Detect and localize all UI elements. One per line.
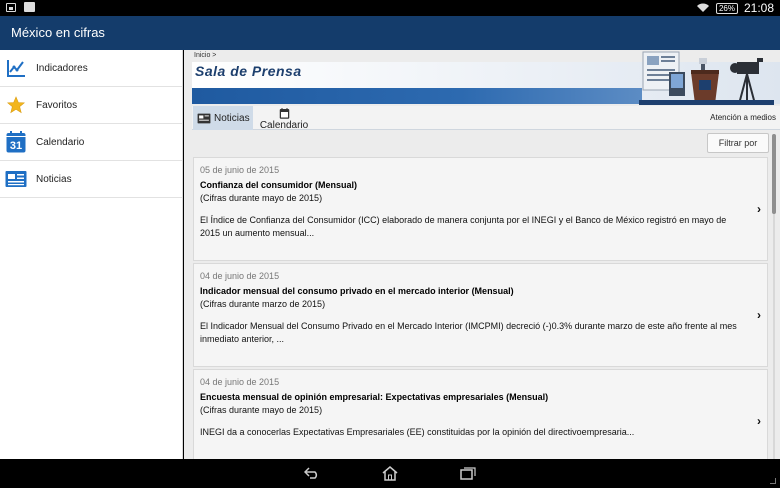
- main-content: Inicio > Sala de Prensa Noticias Calenda…: [184, 50, 780, 459]
- sidebar: Indicadores Favoritos 31 Calendario Noti…: [0, 50, 183, 459]
- news-summary: INEGI da a conocerlas Expectativas Empre…: [200, 427, 635, 437]
- sidebar-item-label: Indicadores: [36, 62, 88, 74]
- sidebar-item-indicadores[interactable]: Indicadores: [0, 50, 182, 87]
- news-date: 04 de junio de 2015: [200, 377, 280, 387]
- news-item[interactable]: 05 de junio de 2015 Confianza del consum…: [193, 157, 768, 261]
- sidebar-item-label: Noticias: [36, 173, 72, 185]
- news-item[interactable]: 04 de junio de 2015 Indicador mensual de…: [193, 263, 768, 367]
- sidebar-item-favoritos[interactable]: Favoritos: [0, 87, 182, 124]
- tab-calendario[interactable]: Calendario: [254, 106, 314, 131]
- news-summary: El Indicador Mensual del Consumo Privado…: [200, 321, 737, 344]
- sidebar-item-label: Calendario: [36, 136, 85, 148]
- calendar-icon-text: 31: [10, 140, 22, 152]
- status-bar: 26% 21:08: [0, 0, 780, 16]
- news-date: 05 de junio de 2015: [200, 165, 280, 175]
- news-title: Confianza del consumidor (Mensual): [200, 180, 358, 190]
- store-notification-icon: [24, 2, 35, 12]
- chevron-right-icon[interactable]: ›: [757, 202, 761, 216]
- calendar-icon: [279, 108, 290, 119]
- calendar-31-icon: 31: [5, 131, 27, 153]
- chevron-right-icon[interactable]: ›: [757, 308, 761, 322]
- app-title: México en cifras: [11, 25, 105, 40]
- resize-corner-icon: [770, 478, 776, 484]
- recent-apps-icon[interactable]: [458, 464, 478, 482]
- system-navigation-bar: [0, 459, 780, 488]
- sidebar-item-calendario[interactable]: 31 Calendario: [0, 124, 182, 161]
- section-tabs: Noticias Calendario Atención a medios: [192, 106, 780, 131]
- news-item[interactable]: 04 de junio de 2015 Encuesta mensual de …: [193, 369, 768, 459]
- scrollbar[interactable]: [771, 134, 777, 459]
- tab-label: Noticias: [214, 112, 250, 124]
- sidebar-item-noticias[interactable]: Noticias: [0, 161, 182, 198]
- filter-button[interactable]: Filtrar por: [707, 133, 769, 153]
- breadcrumb[interactable]: Inicio >: [194, 52, 216, 59]
- wifi-icon: [696, 3, 710, 13]
- tab-noticias[interactable]: Noticias: [193, 106, 253, 130]
- image-notification-icon: [6, 2, 16, 12]
- chart-icon: [5, 57, 27, 79]
- battery-indicator: 26%: [715, 2, 738, 14]
- newspaper-icon: [197, 113, 211, 124]
- back-icon[interactable]: [302, 464, 322, 482]
- sidebar-item-label: Favoritos: [36, 99, 78, 111]
- news-summary: El Índice de Confianza del Consumidor (I…: [200, 215, 727, 238]
- news-date: 04 de junio de 2015: [200, 271, 280, 281]
- scroll-thumb[interactable]: [772, 134, 776, 214]
- news-list: 05 de junio de 2015 Confianza del consum…: [193, 157, 768, 459]
- banner-strip: [192, 88, 642, 104]
- media-attention-link[interactable]: Atención a medios: [710, 113, 776, 122]
- newspaper-icon: [5, 168, 27, 190]
- star-icon: [5, 94, 27, 116]
- news-title: Indicador mensual del consumo privado en…: [200, 286, 514, 296]
- clock: 21:08: [743, 1, 774, 15]
- banner-title: Sala de Prensa: [195, 63, 302, 79]
- news-subtitle: (Cifras durante mayo de 2015): [200, 405, 323, 415]
- press-podium-illustration: [639, 50, 774, 105]
- chevron-right-icon[interactable]: ›: [757, 414, 761, 428]
- tab-label: Calendario: [259, 120, 309, 131]
- news-subtitle: (Cifras durante marzo de 2015): [200, 299, 326, 309]
- news-subtitle: (Cifras durante mayo de 2015): [200, 193, 323, 203]
- app-bar: México en cifras: [0, 16, 780, 50]
- home-icon[interactable]: [380, 464, 400, 482]
- news-title: Encuesta mensual de opinión empresarial:…: [200, 392, 549, 402]
